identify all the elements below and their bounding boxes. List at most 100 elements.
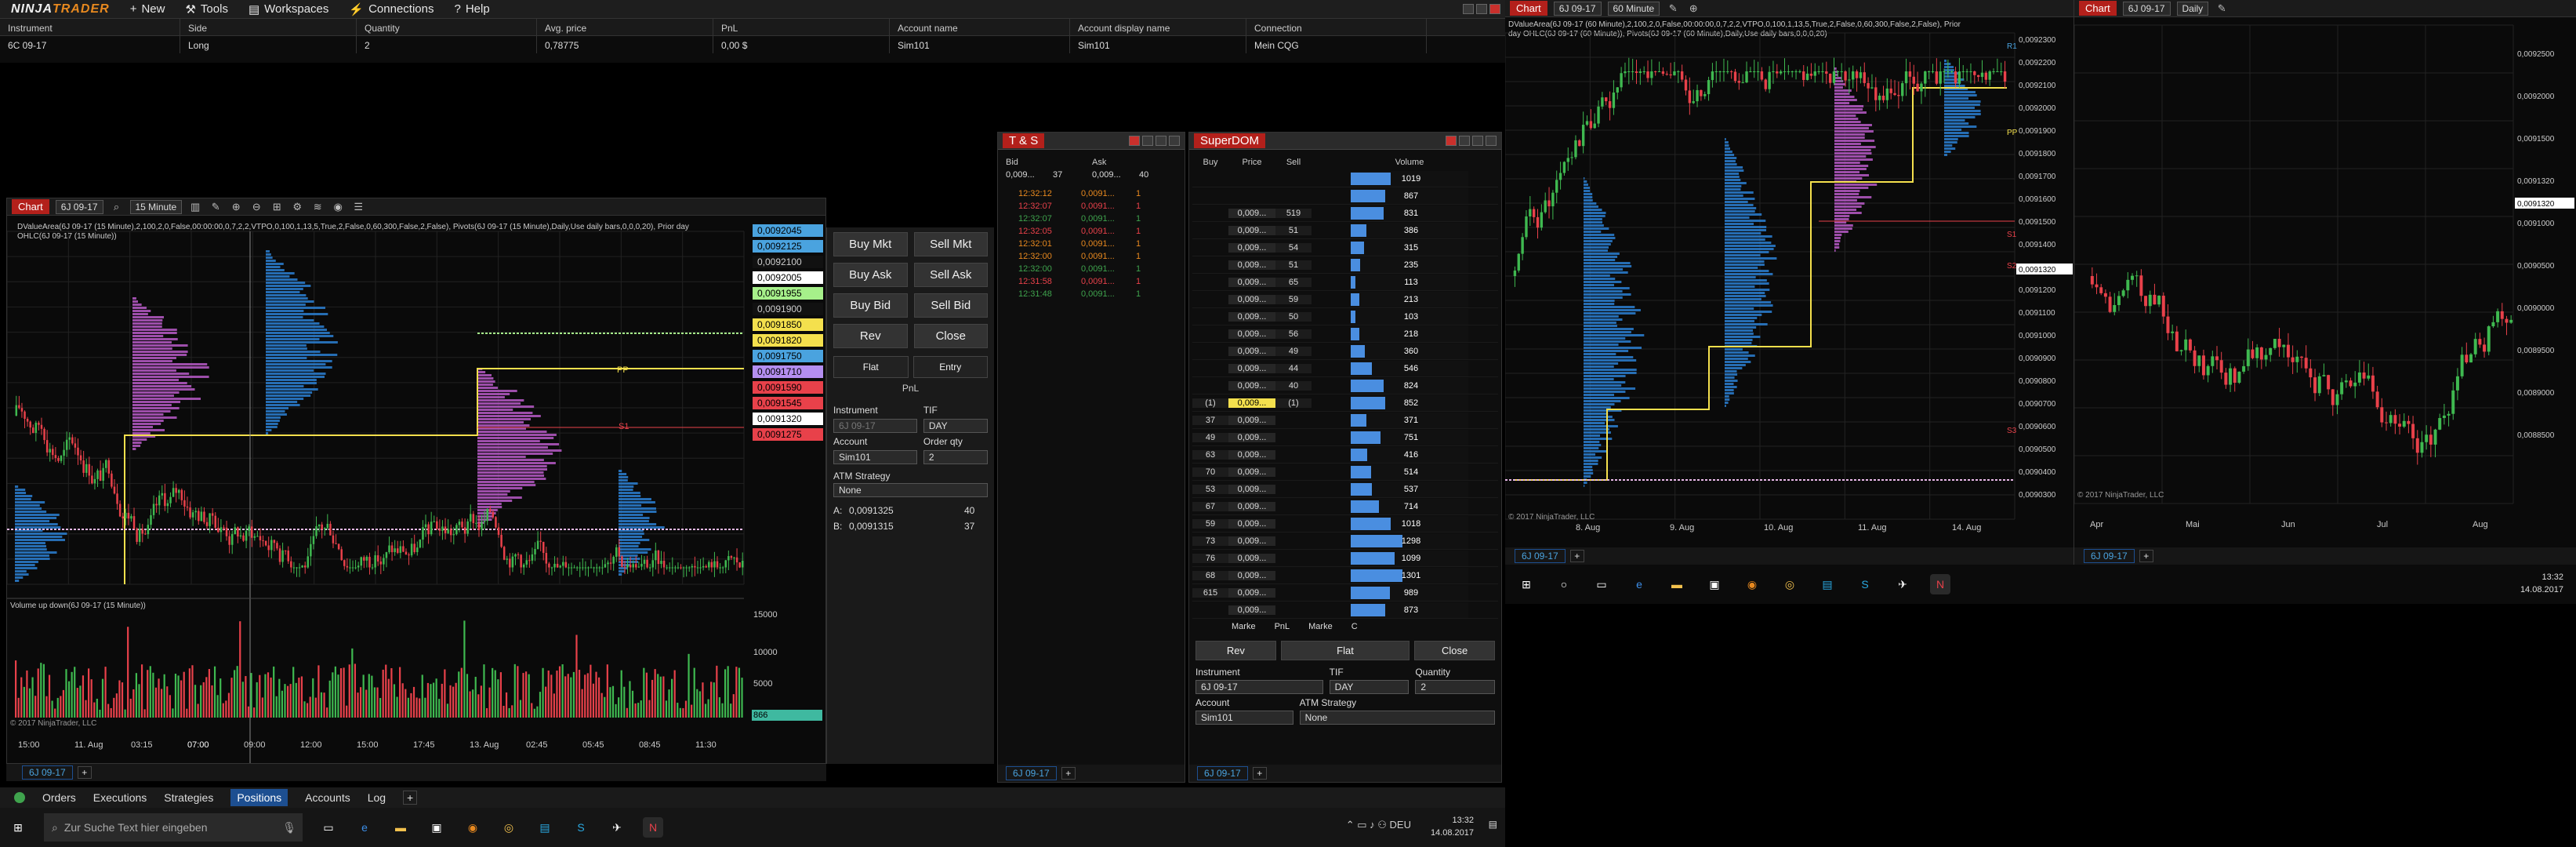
dom-row[interactable]: 0,009... 519 831 — [1192, 205, 1498, 222]
crosshair-icon[interactable]: ⊞ — [270, 201, 284, 213]
strategies-icon[interactable]: ◉ — [331, 201, 345, 213]
microphone-icon[interactable]: 🎙 — [282, 821, 296, 834]
remote-icon[interactable]: ▤ — [1817, 574, 1838, 594]
sell-mkt-button[interactable]: Sell Mkt — [913, 232, 988, 256]
dom-row[interactable]: 615 0,009... 989 — [1192, 584, 1498, 602]
edge-icon[interactable]: e — [1629, 574, 1649, 594]
ts-max-button[interactable] — [1156, 136, 1166, 146]
search-icon[interactable]: ⌕ — [110, 201, 124, 213]
taskbar-search-box[interactable]: ⌕ Zur Suche Text hier eingeben 🎙 — [44, 813, 303, 842]
menu-help[interactable]: ? Help — [454, 2, 489, 16]
dom-buy-cell[interactable]: 67 — [1192, 501, 1228, 511]
dom-sell-cell[interactable]: 50 — [1275, 311, 1312, 322]
positions-col-header[interactable]: Side — [180, 19, 357, 35]
skype-icon[interactable]: S — [571, 817, 591, 838]
chart1-canvas[interactable]: PPS1Volume up down(6J 09-17 (15 Minute))… — [7, 216, 825, 763]
dom-sell-cell[interactable]: 65 — [1275, 277, 1312, 287]
dom-row[interactable]: 70 0,009... 514 — [1192, 463, 1498, 481]
chart3-canvas[interactable]: 0,00925000,00920000,00915000,00913200,00… — [2074, 17, 2576, 547]
dom-row[interactable]: 67 0,009... 714 — [1192, 498, 1498, 515]
dom-row[interactable]: 63 0,009... 416 — [1192, 446, 1498, 463]
dom-sell-cell[interactable]: 44 — [1275, 363, 1312, 373]
close-button[interactable] — [1489, 4, 1500, 14]
store-icon[interactable]: ▣ — [1704, 574, 1725, 594]
dom-buy-cell[interactable]: 68 — [1192, 570, 1228, 580]
positions-col-header[interactable]: Account name — [890, 19, 1070, 35]
chart2-interval-select[interactable]: 60 Minute — [1607, 1, 1660, 16]
buy-ask-button[interactable]: Buy Ask — [833, 263, 908, 287]
dom-price-cell[interactable]: 0,009... — [1228, 587, 1275, 598]
firefox-icon[interactable]: ◉ — [1742, 574, 1762, 594]
dom-buy-cell[interactable]: 63 — [1192, 449, 1228, 460]
dom-row[interactable]: 59 0,009... 1018 — [1192, 515, 1498, 533]
sd-x-button[interactable] — [1486, 136, 1497, 146]
app-icon[interactable]: ✈ — [1892, 574, 1913, 594]
task-view-icon[interactable]: ▭ — [318, 817, 339, 838]
dom-sell-cell[interactable]: 56 — [1275, 329, 1312, 339]
file-explorer-icon[interactable]: ▬ — [1667, 574, 1687, 594]
dom-price-cell[interactable]: 0,009... — [1228, 415, 1275, 425]
dom-row[interactable]: 53 0,009... 537 — [1192, 481, 1498, 498]
chart2-pencil-icon[interactable]: ✎ — [1666, 2, 1680, 15]
dom-buy-cell[interactable]: (1) — [1192, 398, 1228, 408]
dom-row[interactable]: (1) 0,009... (1) 852 — [1192, 394, 1498, 412]
tif-select[interactable]: DAY — [923, 419, 988, 433]
dom-row[interactable]: 0,009... 40 824 — [1192, 377, 1498, 394]
indicators-icon[interactable]: ≋ — [310, 201, 325, 213]
ts-x-button[interactable] — [1169, 136, 1180, 146]
tab-log[interactable]: Log — [368, 791, 386, 804]
dom-price-cell[interactable]: 0,009... — [1228, 346, 1275, 356]
sd-account-select[interactable]: Sim101 — [1195, 711, 1293, 725]
sd-tif-select[interactable]: DAY — [1329, 680, 1410, 694]
ts-add-tab-button[interactable]: + — [1061, 767, 1076, 780]
instrument-field[interactable]: 6J 09-17 — [833, 419, 917, 433]
add-tab-button[interactable]: + — [403, 791, 418, 805]
menu-workspaces[interactable]: ▤ Workspaces — [249, 2, 328, 16]
dom-price-cell[interactable]: 0,009... — [1228, 484, 1275, 494]
positions-cell[interactable]: 0,00 $ — [713, 36, 890, 53]
dom-buy-cell[interactable]: 615 — [1192, 587, 1228, 598]
ninjatrader-taskbar-icon[interactable]: N — [1930, 574, 1950, 594]
app-icon[interactable]: ✈ — [607, 817, 627, 838]
positions-cell[interactable]: Long — [180, 36, 357, 53]
dom-price-cell[interactable]: 0,009... — [1228, 536, 1275, 546]
dom-row[interactable]: 0,009... 51 235 — [1192, 256, 1498, 274]
firefox-icon[interactable]: ◉ — [463, 817, 483, 838]
dom-row[interactable]: 0,009... 51 386 — [1192, 222, 1498, 239]
buy-bid-button[interactable]: Buy Bid — [833, 293, 908, 318]
dom-buy-cell[interactable]: 49 — [1192, 432, 1228, 442]
chart3-instrument-select[interactable]: 6J 09-17 — [2122, 1, 2171, 16]
dom-row[interactable]: 0,009... 54 315 — [1192, 239, 1498, 256]
chart2-instrument-select[interactable]: 6J 09-17 — [1553, 1, 1602, 16]
dom-row[interactable]: 0,009... 59 213 — [1192, 291, 1498, 308]
menu-tools[interactable]: ⚒ Tools — [185, 2, 227, 16]
dom-price-cell[interactable]: 0,009... — [1228, 605, 1275, 615]
chart1-instrument-tab[interactable]: 6J 09-17 — [22, 765, 73, 780]
sd-rev-button[interactable]: Rev — [1195, 641, 1276, 660]
dom-sell-cell[interactable]: 54 — [1275, 242, 1312, 253]
dom-price-cell[interactable]: 0,009... — [1228, 518, 1275, 529]
dom-row[interactable]: 76 0,009... 1099 — [1192, 550, 1498, 567]
dom-row[interactable]: 1019 — [1192, 170, 1498, 187]
sd-instrument-tab[interactable]: 6J 09-17 — [1197, 766, 1248, 780]
sd-min-button[interactable] — [1459, 136, 1470, 146]
positions-col-header[interactable]: PnL — [713, 19, 890, 35]
dom-row[interactable]: 68 0,009... 1301 — [1192, 567, 1498, 584]
sd-close-button[interactable] — [1446, 136, 1457, 146]
system-tray-icons[interactable]: ⌃ ▭ ♪ ⚇ DEU — [1346, 819, 1411, 831]
dom-row[interactable]: 0,009... 873 — [1192, 602, 1498, 619]
dom-sell-cell[interactable]: 51 — [1275, 260, 1312, 270]
task-view-icon[interactable]: ▭ — [1591, 574, 1612, 594]
entry-button[interactable]: Entry — [912, 356, 988, 378]
chart2-canvas[interactable]: 0,00923000,00922000,00921000,00920000,00… — [1505, 17, 2073, 547]
sell-bid-button[interactable]: Sell Bid — [913, 293, 988, 318]
dom-price-cell[interactable]: 0,009... — [1228, 277, 1275, 287]
dom-buy-cell[interactable]: 76 — [1192, 553, 1228, 563]
dom-price-cell[interactable]: 0,009... — [1228, 311, 1275, 322]
chart3-add-tab-button[interactable]: + — [2139, 550, 2153, 562]
instrument-select[interactable]: 6J 09-17 — [55, 199, 103, 214]
maximize-button[interactable] — [1476, 4, 1487, 14]
tab-accounts[interactable]: Accounts — [305, 791, 350, 804]
dom-price-cell[interactable]: 0,009... — [1228, 570, 1275, 580]
rev-button[interactable]: Rev — [833, 324, 908, 348]
